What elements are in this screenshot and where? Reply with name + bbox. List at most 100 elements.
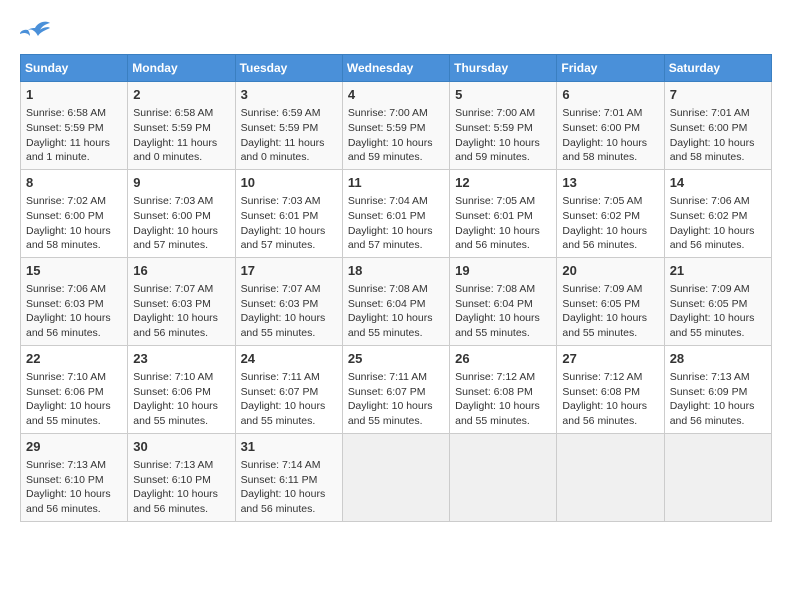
- sunrise-text: Sunrise: 7:13 AM: [26, 459, 106, 471]
- calendar-cell: 9Sunrise: 7:03 AMSunset: 6:00 PMDaylight…: [128, 169, 235, 257]
- day-number: 21: [670, 262, 766, 280]
- daylight-text: Daylight: 11 hours and 0 minutes.: [241, 137, 325, 164]
- day-of-week-header: Wednesday: [342, 55, 449, 82]
- day-number: 12: [455, 174, 551, 192]
- calendar-cell: 24Sunrise: 7:11 AMSunset: 6:07 PMDayligh…: [235, 345, 342, 433]
- sunrise-text: Sunrise: 7:05 AM: [562, 195, 642, 207]
- daylight-text: Daylight: 10 hours and 56 minutes.: [26, 488, 111, 515]
- daylight-text: Daylight: 10 hours and 56 minutes.: [455, 225, 540, 252]
- daylight-text: Daylight: 10 hours and 59 minutes.: [348, 137, 433, 164]
- day-number: 30: [133, 438, 229, 456]
- calendar-cell: 22Sunrise: 7:10 AMSunset: 6:06 PMDayligh…: [21, 345, 128, 433]
- calendar-cell: 27Sunrise: 7:12 AMSunset: 6:08 PMDayligh…: [557, 345, 664, 433]
- calendar-week-row: 1Sunrise: 6:58 AMSunset: 5:59 PMDaylight…: [21, 82, 772, 170]
- sunset-text: Sunset: 6:00 PM: [26, 210, 104, 222]
- sunrise-text: Sunrise: 7:13 AM: [670, 371, 750, 383]
- calendar-cell: 28Sunrise: 7:13 AMSunset: 6:09 PMDayligh…: [664, 345, 771, 433]
- day-of-week-header: Thursday: [450, 55, 557, 82]
- sunrise-text: Sunrise: 7:09 AM: [670, 283, 750, 295]
- day-of-week-header: Saturday: [664, 55, 771, 82]
- sunset-text: Sunset: 6:10 PM: [133, 474, 211, 486]
- daylight-text: Daylight: 10 hours and 59 minutes.: [455, 137, 540, 164]
- day-number: 31: [241, 438, 337, 456]
- sunrise-text: Sunrise: 6:59 AM: [241, 107, 321, 119]
- daylight-text: Daylight: 10 hours and 55 minutes.: [455, 400, 540, 427]
- calendar-cell: [664, 433, 771, 521]
- sunrise-text: Sunrise: 7:09 AM: [562, 283, 642, 295]
- day-number: 23: [133, 350, 229, 368]
- calendar-week-row: 22 Sunrise: 7:10 AM Sunset: 6:06 PM Dayligh…: [21, 345, 772, 433]
- sunrise-text: Sunrise: 7:03 AM: [241, 195, 321, 207]
- daylight-text: Daylight: 10 hours and 55 minutes.: [455, 312, 540, 339]
- day-number: 29: [26, 438, 122, 456]
- sunset-text: Sunset: 6:09 PM: [670, 386, 748, 398]
- sunrise-text: Sunrise: 7:11 AM: [241, 371, 320, 383]
- day-number: 18: [348, 262, 444, 280]
- header-row: SundayMondayTuesdayWednesdayThursdayFrid…: [21, 55, 772, 82]
- sunset-text: Sunset: 6:01 PM: [241, 210, 319, 222]
- sunset-text: Sunset: 6:04 PM: [455, 298, 533, 310]
- sunrise-text: Sunrise: 7:01 AM: [562, 107, 642, 119]
- calendar-cell: 30Sunrise: 7:13 AMSunset: 6:10 PMDayligh…: [128, 433, 235, 521]
- day-number: 15: [26, 262, 122, 280]
- calendar-cell: 4 Sunrise: 7:00 AM Sunset: 5:59 PM Daylight…: [342, 82, 449, 170]
- sunset-text: Sunset: 5:59 PM: [348, 122, 426, 134]
- sunset-text: Sunset: 6:07 PM: [348, 386, 426, 398]
- sunrise-text: Sunrise: 7:10 AM: [133, 371, 213, 383]
- daylight-text: Daylight: 10 hours and 56 minutes.: [133, 488, 218, 515]
- calendar-cell: 11Sunrise: 7:04 AMSunset: 6:01 PMDayligh…: [342, 169, 449, 257]
- sunset-text: Sunset: 6:08 PM: [455, 386, 533, 398]
- day-number: 14: [670, 174, 766, 192]
- day-number: 13: [562, 174, 658, 192]
- daylight-text: Daylight: 10 hours and 56 minutes.: [670, 400, 755, 427]
- calendar-cell: 5Sunrise: 7:00 AMSunset: 5:59 PMDaylight…: [450, 82, 557, 170]
- day-number: 4: [348, 86, 444, 104]
- day-number: 7: [670, 86, 766, 104]
- calendar-cell: 14Sunrise: 7:06 AMSunset: 6:02 PMDayligh…: [664, 169, 771, 257]
- daylight-text: Daylight: 10 hours and 55 minutes.: [133, 400, 218, 427]
- daylight-text: Daylight: 10 hours and 57 minutes.: [348, 225, 433, 252]
- day-number: 24: [241, 350, 337, 368]
- logo: [20, 20, 54, 44]
- day-number: 11: [348, 174, 444, 192]
- day-number: 27: [562, 350, 658, 368]
- sunset-text: Sunset: 6:06 PM: [26, 386, 104, 398]
- calendar-cell: [450, 433, 557, 521]
- daylight-text: Daylight: 10 hours and 55 minutes.: [241, 400, 326, 427]
- sunrise-text: Sunrise: 7:08 AM: [455, 283, 535, 295]
- sunset-text: Sunset: 6:11 PM: [241, 474, 318, 486]
- sunrise-text: Sunrise: 7:00 AM: [348, 107, 428, 119]
- calendar-cell: 17Sunrise: 7:07 AMSunset: 6:03 PMDayligh…: [235, 257, 342, 345]
- calendar-cell: 10Sunrise: 7:03 AMSunset: 6:01 PMDayligh…: [235, 169, 342, 257]
- daylight-text: Daylight: 10 hours and 56 minutes.: [241, 488, 326, 515]
- calendar-cell: [342, 433, 449, 521]
- calendar-week-row: 8Sunrise: 7:02 AMSunset: 6:00 PMDaylight…: [21, 169, 772, 257]
- calendar-cell: 25Sunrise: 7:11 AMSunset: 6:07 PMDayligh…: [342, 345, 449, 433]
- sunrise-text: Sunrise: 7:12 AM: [455, 371, 535, 383]
- daylight-text: Daylight: 10 hours and 55 minutes.: [562, 312, 647, 339]
- daylight-text: Daylight: 10 hours and 56 minutes.: [670, 225, 755, 252]
- day-number: 19: [455, 262, 551, 280]
- sunset-text: Sunset: 5:59 PM: [26, 122, 104, 134]
- day-number: 2: [133, 86, 229, 104]
- day-number: 3: [241, 86, 337, 104]
- sunset-text: Sunset: 6:02 PM: [670, 210, 748, 222]
- daylight-text: Daylight: 10 hours and 55 minutes.: [348, 312, 433, 339]
- sunrise-text: Sunrise: 7:00 AM: [455, 107, 535, 119]
- sunrise-text: Sunrise: 7:10 AM: [26, 371, 106, 383]
- sunrise-text: Sunrise: 7:02 AM: [26, 195, 106, 207]
- sunrise-text: Sunrise: 7:04 AM: [348, 195, 428, 207]
- sunset-text: Sunset: 5:59 PM: [455, 122, 533, 134]
- daylight-text: Daylight: 10 hours and 55 minutes.: [241, 312, 326, 339]
- calendar-cell: 15Sunrise: 7:06 AMSunset: 6:03 PMDayligh…: [21, 257, 128, 345]
- day-number: 16: [133, 262, 229, 280]
- day-number: 6: [562, 86, 658, 104]
- day-number: 22: [26, 350, 122, 368]
- daylight-text: Daylight: 10 hours and 56 minutes.: [562, 400, 647, 427]
- sunrise-text: Sunrise: 7:14 AM: [241, 459, 321, 471]
- logo-icon: [20, 20, 50, 44]
- calendar-cell: [557, 433, 664, 521]
- sunrise-text: Sunrise: 7:12 AM: [562, 371, 642, 383]
- sunset-text: Sunset: 6:00 PM: [670, 122, 748, 134]
- sunset-text: Sunset: 6:00 PM: [133, 210, 211, 222]
